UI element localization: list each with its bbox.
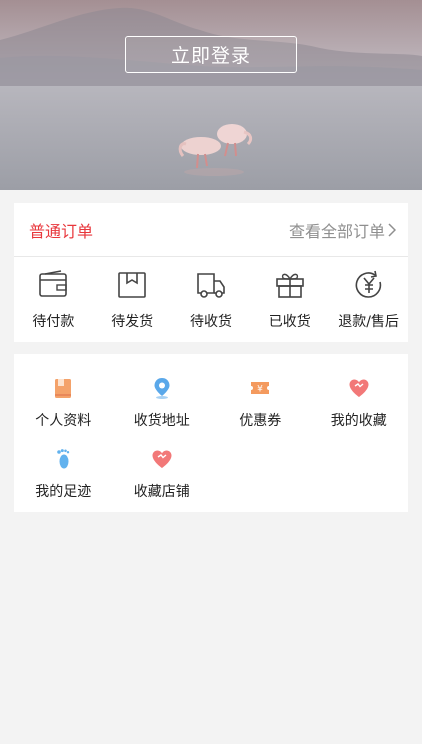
service-label: 我的收藏 — [330, 413, 387, 429]
wallet-icon — [39, 270, 68, 297]
package-box-icon — [118, 272, 146, 298]
service-label: 我的足迹 — [35, 484, 92, 500]
service-label: 个人资料 — [35, 413, 92, 429]
order-item-label: 待付款 — [32, 314, 75, 330]
order-refund-aftersale[interactable]: 退款/售后 — [329, 257, 408, 341]
order-pending-shipment[interactable]: 待发货 — [93, 257, 172, 341]
orders-header: 普通订单 查看全部订单 — [14, 203, 408, 257]
orders-title: 普通订单 — [29, 221, 94, 241]
footprint-icon — [57, 449, 70, 469]
coupon-ticket-icon: ¥ — [251, 382, 270, 395]
coupon-entry[interactable]: ¥ 优惠券 — [211, 376, 310, 430]
gift-box-icon — [275, 273, 304, 298]
orders-card: 普通订单 查看全部订单 待付款 待发货 待收货 已收货 退款/售后 — [14, 203, 408, 342]
address-entry[interactable]: 收货地址 — [113, 376, 212, 430]
header-banner: 立即登录 — [0, 0, 422, 190]
heart-shop-icon — [152, 450, 172, 468]
order-item-label: 待发货 — [111, 314, 154, 330]
services-grid: 个人资料 收货地址 ¥ 优惠券 我的收藏 我的足迹 收藏店铺 — [14, 354, 408, 501]
chevron-right-icon — [388, 222, 396, 237]
yen-refund-icon — [355, 270, 381, 298]
favorites-entry[interactable]: 我的收藏 — [310, 376, 409, 430]
footprint-entry[interactable]: 我的足迹 — [14, 447, 113, 501]
favorite-shops-entry[interactable]: 收藏店铺 — [113, 447, 212, 501]
services-card: 个人资料 收货地址 ¥ 优惠券 我的收藏 我的足迹 收藏店铺 — [14, 354, 408, 512]
order-received[interactable]: 已收货 — [250, 257, 329, 341]
profile-entry[interactable]: 个人资料 — [14, 376, 113, 430]
service-label: 收货地址 — [133, 413, 190, 429]
delivery-truck-icon — [197, 273, 225, 298]
profile-book-icon — [55, 379, 72, 398]
order-pending-payment[interactable]: 待付款 — [14, 257, 93, 341]
svg-text:¥: ¥ — [257, 385, 263, 395]
location-pin-icon — [154, 378, 170, 399]
order-pending-receipt[interactable]: 待收货 — [172, 257, 251, 341]
heart-icon — [349, 379, 369, 397]
lake-flamingo-photo — [0, 7, 422, 190]
login-button[interactable]: 立即登录 — [125, 36, 297, 73]
view-all-orders-label: 查看全部订单 — [288, 221, 385, 241]
order-item-label: 退款/售后 — [338, 314, 399, 330]
order-status-row: 待付款 待发货 待收货 已收货 退款/售后 — [14, 257, 408, 341]
order-item-label: 已收货 — [268, 314, 311, 330]
service-label: 收藏店铺 — [133, 484, 190, 500]
service-label: 优惠券 — [239, 413, 282, 429]
view-all-orders-link[interactable]: 查看全部订单 — [289, 218, 396, 242]
order-item-label: 待收货 — [189, 314, 232, 330]
